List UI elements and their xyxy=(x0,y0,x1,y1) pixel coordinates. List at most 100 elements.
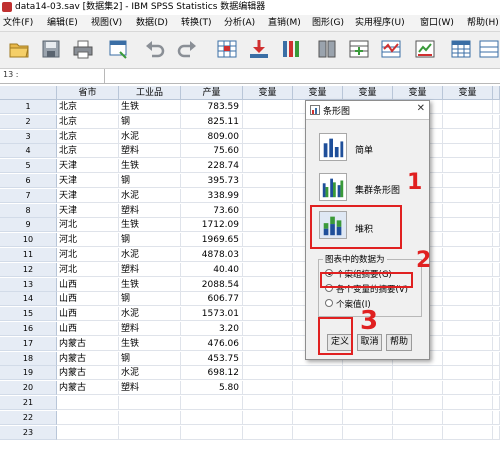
cell-product[interactable] xyxy=(119,396,181,410)
cell-output[interactable]: 3.20 xyxy=(181,322,243,336)
cell-city[interactable]: 内蒙古 xyxy=(57,366,119,381)
menu-edit[interactable]: 编辑(E) xyxy=(47,17,78,29)
cell-empty[interactable] xyxy=(493,307,500,322)
find-icon[interactable] xyxy=(316,38,338,60)
cell-output[interactable]: 453.75 xyxy=(181,351,243,366)
cell-empty[interactable] xyxy=(493,351,500,366)
cell-output[interactable]: 228.74 xyxy=(181,159,243,174)
cell-empty[interactable] xyxy=(443,381,493,396)
cell-empty[interactable] xyxy=(443,396,493,410)
menu-view[interactable]: 视图(V) xyxy=(91,17,122,29)
cell-city[interactable] xyxy=(57,410,119,425)
cell-empty[interactable] xyxy=(393,366,443,381)
cell-output[interactable]: 783.59 xyxy=(181,100,243,114)
weight-cases-icon[interactable] xyxy=(414,38,436,60)
cell-empty[interactable] xyxy=(443,425,493,440)
cell-empty[interactable] xyxy=(243,203,293,218)
row-number[interactable]: 2 xyxy=(0,114,57,129)
goto-variable-icon[interactable] xyxy=(248,38,270,60)
column-header-var[interactable]: 变量 xyxy=(443,86,493,100)
cell-empty[interactable] xyxy=(243,174,293,188)
cell-product[interactable]: 钢 xyxy=(119,233,181,248)
row-number[interactable]: 16 xyxy=(0,322,57,336)
cell-empty[interactable] xyxy=(243,322,293,336)
cell-empty[interactable] xyxy=(493,292,500,307)
row-number[interactable]: 21 xyxy=(0,396,57,410)
cell-empty[interactable] xyxy=(443,144,493,159)
cell-city[interactable]: 内蒙古 xyxy=(57,336,119,351)
column-header-var[interactable]: 变量 xyxy=(243,86,293,100)
insert-cases-icon[interactable] xyxy=(348,38,370,60)
cell-product[interactable]: 水泥 xyxy=(119,366,181,381)
row-number[interactable]: 15 xyxy=(0,307,57,322)
cell-city[interactable]: 河北 xyxy=(57,262,119,277)
simple-option-label[interactable]: 简单 xyxy=(355,143,373,156)
cell-empty[interactable] xyxy=(443,114,493,129)
cell-empty[interactable] xyxy=(443,233,493,248)
cell-empty[interactable] xyxy=(493,322,500,336)
cell-product[interactable]: 水泥 xyxy=(119,307,181,322)
row-number[interactable]: 12 xyxy=(0,262,57,277)
open-folder-icon[interactable] xyxy=(8,38,30,60)
cell-empty[interactable] xyxy=(293,410,343,425)
dialog-recall-icon[interactable] xyxy=(108,38,130,60)
help-button[interactable]: 帮助 xyxy=(386,334,412,351)
row-number[interactable]: 8 xyxy=(0,203,57,218)
cell-city[interactable]: 天津 xyxy=(57,159,119,174)
cell-empty[interactable] xyxy=(343,366,393,381)
cell-output[interactable]: 1573.01 xyxy=(181,307,243,322)
column-header-var[interactable] xyxy=(493,86,500,100)
cell-empty[interactable] xyxy=(493,159,500,174)
menu-direct-marketing[interactable]: 直销(M) xyxy=(268,17,301,29)
variables-icon[interactable] xyxy=(280,38,302,60)
cell-empty[interactable] xyxy=(443,351,493,366)
cell-city[interactable]: 北京 xyxy=(57,114,119,129)
cell-empty[interactable] xyxy=(443,277,493,292)
menu-data[interactable]: 数据(D) xyxy=(136,17,168,29)
cell-empty[interactable] xyxy=(293,396,343,410)
cell-empty[interactable] xyxy=(493,336,500,351)
cell-output[interactable]: 606.77 xyxy=(181,292,243,307)
row-number[interactable]: 9 xyxy=(0,218,57,233)
cell-city[interactable]: 山西 xyxy=(57,307,119,322)
cell-empty[interactable] xyxy=(443,292,493,307)
cell-empty[interactable] xyxy=(243,336,293,351)
cell-empty[interactable] xyxy=(443,262,493,277)
cell-city[interactable]: 河北 xyxy=(57,218,119,233)
cell-city[interactable]: 北京 xyxy=(57,144,119,159)
cell-output[interactable]: 40.40 xyxy=(181,262,243,277)
cell-empty[interactable] xyxy=(493,396,500,410)
cell-empty[interactable] xyxy=(493,100,500,114)
cell-product[interactable]: 生铁 xyxy=(119,336,181,351)
close-icon[interactable]: ✕ xyxy=(417,103,425,114)
cell-empty[interactable] xyxy=(243,129,293,144)
cell-empty[interactable] xyxy=(293,366,343,381)
cell-city[interactable]: 内蒙古 xyxy=(57,351,119,366)
menu-graphs[interactable]: 图形(G) xyxy=(312,17,344,29)
redo-icon[interactable] xyxy=(176,38,198,60)
cell-empty[interactable] xyxy=(443,336,493,351)
row-number[interactable]: 17 xyxy=(0,336,57,351)
cell-empty[interactable] xyxy=(393,425,443,440)
cell-empty[interactable] xyxy=(393,381,443,396)
cell-output[interactable]: 1969.65 xyxy=(181,233,243,248)
cell-empty[interactable] xyxy=(293,381,343,396)
cell-product[interactable] xyxy=(119,410,181,425)
cell-empty[interactable] xyxy=(493,174,500,188)
cell-empty[interactable] xyxy=(243,351,293,366)
row-number[interactable]: 7 xyxy=(0,188,57,203)
cell-empty[interactable] xyxy=(343,410,393,425)
cell-empty[interactable] xyxy=(493,410,500,425)
cell-empty[interactable] xyxy=(243,381,293,396)
cell-empty[interactable] xyxy=(443,366,493,381)
cell-product[interactable] xyxy=(119,425,181,440)
cell-empty[interactable] xyxy=(243,292,293,307)
cell-output[interactable] xyxy=(181,410,243,425)
cell-empty[interactable] xyxy=(493,218,500,233)
column-header-output[interactable]: 产量 xyxy=(181,86,243,100)
cell-empty[interactable] xyxy=(393,410,443,425)
cell-empty[interactable] xyxy=(243,188,293,203)
row-number[interactable]: 20 xyxy=(0,381,57,396)
cell-empty[interactable] xyxy=(243,410,293,425)
cell-city[interactable]: 内蒙古 xyxy=(57,381,119,396)
